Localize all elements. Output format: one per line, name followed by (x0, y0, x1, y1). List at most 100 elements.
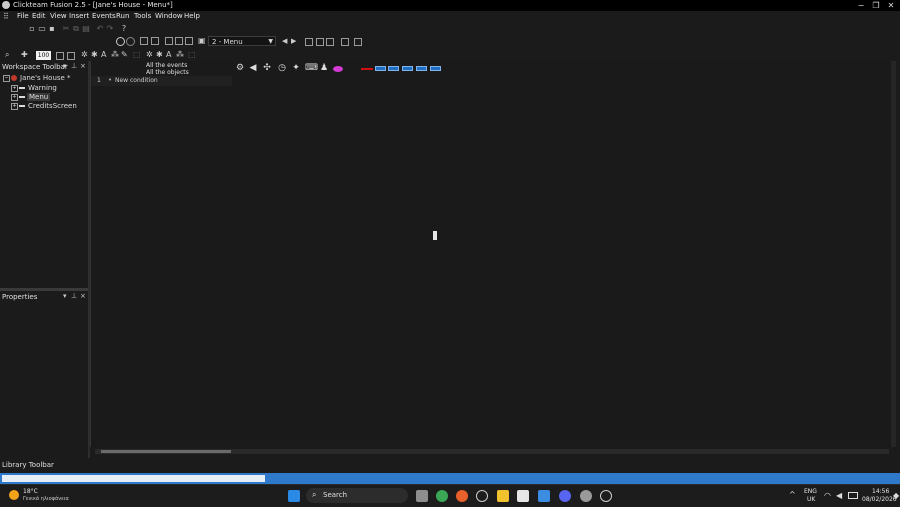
language-indicator-bottom[interactable]: UK (807, 496, 815, 503)
editor-toggle-icon[interactable] (56, 52, 64, 60)
storyboard-object-icon[interactable]: ✣ (262, 64, 272, 73)
panel-splitter[interactable] (0, 288, 88, 291)
editor-list-icon[interactable] (67, 52, 75, 60)
text-tool-icon[interactable]: A (101, 50, 106, 59)
pattern-icon[interactable]: ⁂ (111, 50, 119, 59)
run-app-icon[interactable] (116, 37, 125, 46)
new-condition-label[interactable]: New condition (115, 77, 158, 84)
weather-description[interactable]: Γενικά ηλιοφάνεια (23, 496, 69, 502)
counter-object-icon[interactable] (361, 68, 373, 70)
selection-alt-icon[interactable]: ⬚ (188, 50, 196, 59)
tree-frame-menu[interactable]: + Menu (0, 93, 88, 102)
crosshair-icon[interactable]: ✚ (21, 50, 28, 59)
chatgpt-icon[interactable] (476, 490, 488, 502)
expand-icon[interactable]: + (11, 94, 18, 101)
timer-object-icon[interactable]: ◷ (277, 64, 287, 73)
expand-icon[interactable]: + (11, 103, 18, 110)
frame-select[interactable]: 2 - Menu ▼ (208, 36, 276, 46)
open-file-icon[interactable]: ▭ (38, 25, 46, 33)
active-object-icon[interactable] (333, 66, 343, 72)
search-icon[interactable]: ⌕ (5, 50, 9, 60)
battery-icon[interactable] (848, 492, 858, 499)
properties-close-button[interactable]: × (80, 292, 86, 300)
pattern-alt-icon[interactable]: ⁂ (176, 50, 184, 59)
keyboard-mouse-icon[interactable]: ⌨ (305, 64, 318, 73)
clock-date[interactable]: 08/02/2026 (862, 496, 897, 503)
microsoft-store-icon[interactable] (517, 490, 529, 502)
create-object-icon[interactable]: ✦ (291, 64, 301, 73)
brush-icon[interactable]: ✎ (121, 50, 128, 59)
extension-object-icon[interactable] (402, 66, 413, 71)
pin-alt-icon[interactable]: ✱ (156, 50, 163, 59)
redo-icon[interactable]: ↷ (106, 25, 114, 33)
menu-help[interactable]: Help (184, 12, 200, 20)
notifications-icon[interactable]: ◆ (893, 491, 899, 500)
pin-icon[interactable]: ✱ (91, 50, 98, 59)
photos-icon[interactable] (538, 490, 550, 502)
menu-edit[interactable]: Edit (32, 12, 46, 20)
task-view-icon[interactable] (416, 490, 428, 502)
event-editor-icon[interactable] (165, 37, 173, 45)
save-icon[interactable]: ▪ (48, 25, 56, 33)
start-icon[interactable] (288, 490, 300, 502)
extension-object-icon[interactable] (375, 66, 386, 71)
grid-icon[interactable] (305, 38, 313, 46)
undo-icon[interactable]: ↶ (96, 25, 104, 33)
run-frame-icon[interactable] (126, 37, 135, 46)
taskbar-search-box[interactable]: ⌕ Search (306, 488, 408, 503)
cut-icon[interactable]: ✂ (62, 25, 70, 33)
volume-icon[interactable]: ◀ (836, 491, 842, 500)
settings-icon[interactable]: ✲ (81, 50, 88, 59)
chrome-icon[interactable] (436, 490, 448, 502)
horizontal-scrollbar[interactable] (95, 449, 889, 454)
paste-icon[interactable]: ▤ (82, 25, 90, 33)
language-indicator-top[interactable]: ENG (804, 488, 817, 495)
next-frame-icon[interactable]: ▶ (291, 37, 296, 45)
zoom-fit-icon[interactable] (326, 38, 334, 46)
firefox-icon[interactable] (456, 490, 468, 502)
frame-setup-icon[interactable] (354, 38, 362, 46)
data-elements-icon[interactable] (185, 37, 193, 45)
discord-icon[interactable] (559, 490, 571, 502)
workspace-pin-button[interactable]: ⊥ (71, 62, 77, 70)
menu-view[interactable]: View (50, 12, 67, 20)
menu-tools[interactable]: Tools (134, 12, 151, 20)
event-list-icon[interactable] (175, 37, 183, 45)
zoom-input[interactable]: 100 (36, 51, 51, 60)
tree-frame-warning[interactable]: + Warning (0, 84, 88, 93)
all-events-label[interactable]: All the events (146, 62, 187, 69)
menu-window[interactable]: Window (155, 12, 183, 20)
github-icon[interactable] (600, 490, 612, 502)
selection-icon[interactable]: ⬚ (133, 50, 141, 59)
clock-time[interactable]: 14:56 (872, 488, 889, 495)
menu-events[interactable]: Events (92, 12, 116, 20)
tree-frame-creditsscreen[interactable]: + CreditsScreen (0, 102, 88, 111)
restore-button[interactable]: ❐ (868, 0, 884, 11)
copy-icon[interactable]: ⧉ (72, 25, 80, 33)
weather-sun-icon[interactable] (9, 490, 19, 500)
event-row[interactable]: 1 • New condition (91, 76, 232, 86)
system-object-icon[interactable]: ⚙ (235, 64, 245, 73)
layers-icon[interactable]: ▣ (198, 36, 206, 45)
show-frame-icon[interactable] (341, 38, 349, 46)
properties-pin-button[interactable]: ⊥ (71, 292, 77, 300)
previous-frame-icon[interactable]: ◀ (282, 37, 287, 45)
settings-alt-icon[interactable]: ✲ (146, 50, 153, 59)
tray-overflow-chevron[interactable]: ^ (789, 490, 796, 499)
vertical-scrollbar[interactable] (891, 61, 896, 447)
menu-insert[interactable]: Insert (69, 12, 89, 20)
workspace-close-button[interactable]: × (80, 62, 86, 70)
file-explorer-icon[interactable] (497, 490, 509, 502)
extension-object-icon[interactable] (416, 66, 427, 71)
all-objects-label[interactable]: All the objects (146, 69, 189, 76)
tree-root[interactable]: − Jane's House * (0, 74, 88, 83)
scrollbar-thumb[interactable] (101, 450, 231, 453)
menu-file[interactable]: File (17, 12, 29, 20)
extension-object-icon[interactable] (388, 66, 399, 71)
close-button[interactable]: ✕ (883, 0, 899, 11)
weather-temperature[interactable]: 18°C (23, 488, 38, 495)
collapse-icon[interactable]: − (3, 75, 10, 82)
new-file-icon[interactable]: ▫ (28, 25, 36, 33)
menu-run[interactable]: Run (116, 12, 129, 20)
text-alt-icon[interactable]: A (166, 50, 171, 59)
